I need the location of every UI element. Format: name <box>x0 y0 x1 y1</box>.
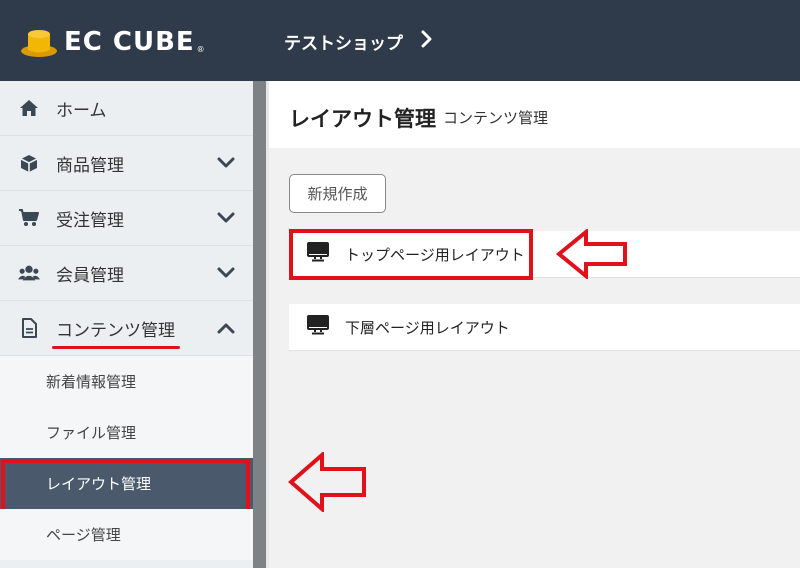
divider <box>266 81 269 568</box>
shop-name: テストショップ <box>284 34 403 54</box>
chevron-right-icon <box>421 30 433 53</box>
new-layout-button[interactable]: 新規作成 <box>289 174 386 213</box>
top-header: EC CUBE ® テストショップ <box>0 0 800 81</box>
sidebar-item-orders[interactable]: 受注管理 <box>0 191 253 246</box>
sidebar-subitem-label: 新着情報管理 <box>46 373 137 391</box>
cart-icon <box>18 207 40 229</box>
sidebar-subitem-news[interactable]: 新着情報管理 <box>0 356 253 407</box>
page-header: レイアウト管理 コンテンツ管理 <box>269 81 800 148</box>
arrow-left-icon <box>288 452 366 512</box>
document-icon <box>18 317 40 339</box>
sidebar-subitem-label: ページ管理 <box>46 526 121 544</box>
sidebar-item-home[interactable]: ホーム <box>0 81 253 136</box>
chevron-down-icon[interactable] <box>217 264 235 283</box>
sidebar-item-label: 受注管理 <box>56 210 124 231</box>
arrow-left-icon <box>556 229 627 279</box>
sidebar-item-products[interactable]: 商品管理 <box>0 136 253 191</box>
sidebar: ホーム 商品管理 受注管理 会員管理 コンテンツ管理 新着情報管理 ファイル管理… <box>0 81 253 568</box>
page-breadcrumb: コンテンツ管理 <box>443 109 549 127</box>
layout-row-sub[interactable]: 下層ページ用レイアウト <box>289 304 800 351</box>
sidebar-item-members[interactable]: 会員管理 <box>0 246 253 301</box>
sidebar-item-contents[interactable]: コンテンツ管理 <box>0 301 253 356</box>
sidebar-item-label: ホーム <box>56 100 107 121</box>
sidebar-subitem-layout[interactable]: レイアウト管理 <box>0 458 253 514</box>
users-icon <box>18 262 40 284</box>
highlight-box <box>1 459 250 514</box>
sidebar-scrollbar[interactable] <box>253 81 266 568</box>
ec-cube-logo[interactable]: EC CUBE ® <box>20 26 205 58</box>
logo-hat-icon <box>20 26 58 58</box>
home-icon <box>18 97 40 119</box>
cube-icon <box>18 152 40 174</box>
sidebar-subitem-files[interactable]: ファイル管理 <box>0 407 253 458</box>
chevron-up-icon[interactable] <box>217 319 235 338</box>
chevron-down-icon[interactable] <box>217 209 235 228</box>
monitor-icon <box>307 315 329 339</box>
highlight-box <box>289 229 533 280</box>
logo-text: EC CUBE <box>64 27 195 57</box>
sidebar-subitem-label: ファイル管理 <box>46 424 137 442</box>
sidebar-item-label: 会員管理 <box>56 265 124 286</box>
layout-row-label: 下層ページ用レイアウト <box>345 318 510 337</box>
sidebar-item-label: 商品管理 <box>56 155 124 176</box>
logo-registered-mark: ® <box>196 44 205 54</box>
highlight-underline <box>52 346 180 349</box>
chevron-down-icon[interactable] <box>217 154 235 173</box>
sidebar-subitem-pages[interactable]: ページ管理 <box>0 509 253 560</box>
sidebar-item-label: コンテンツ管理 <box>56 320 175 341</box>
shop-link[interactable]: テストショップ <box>284 29 433 54</box>
page-title: レイアウト管理 <box>289 107 436 131</box>
